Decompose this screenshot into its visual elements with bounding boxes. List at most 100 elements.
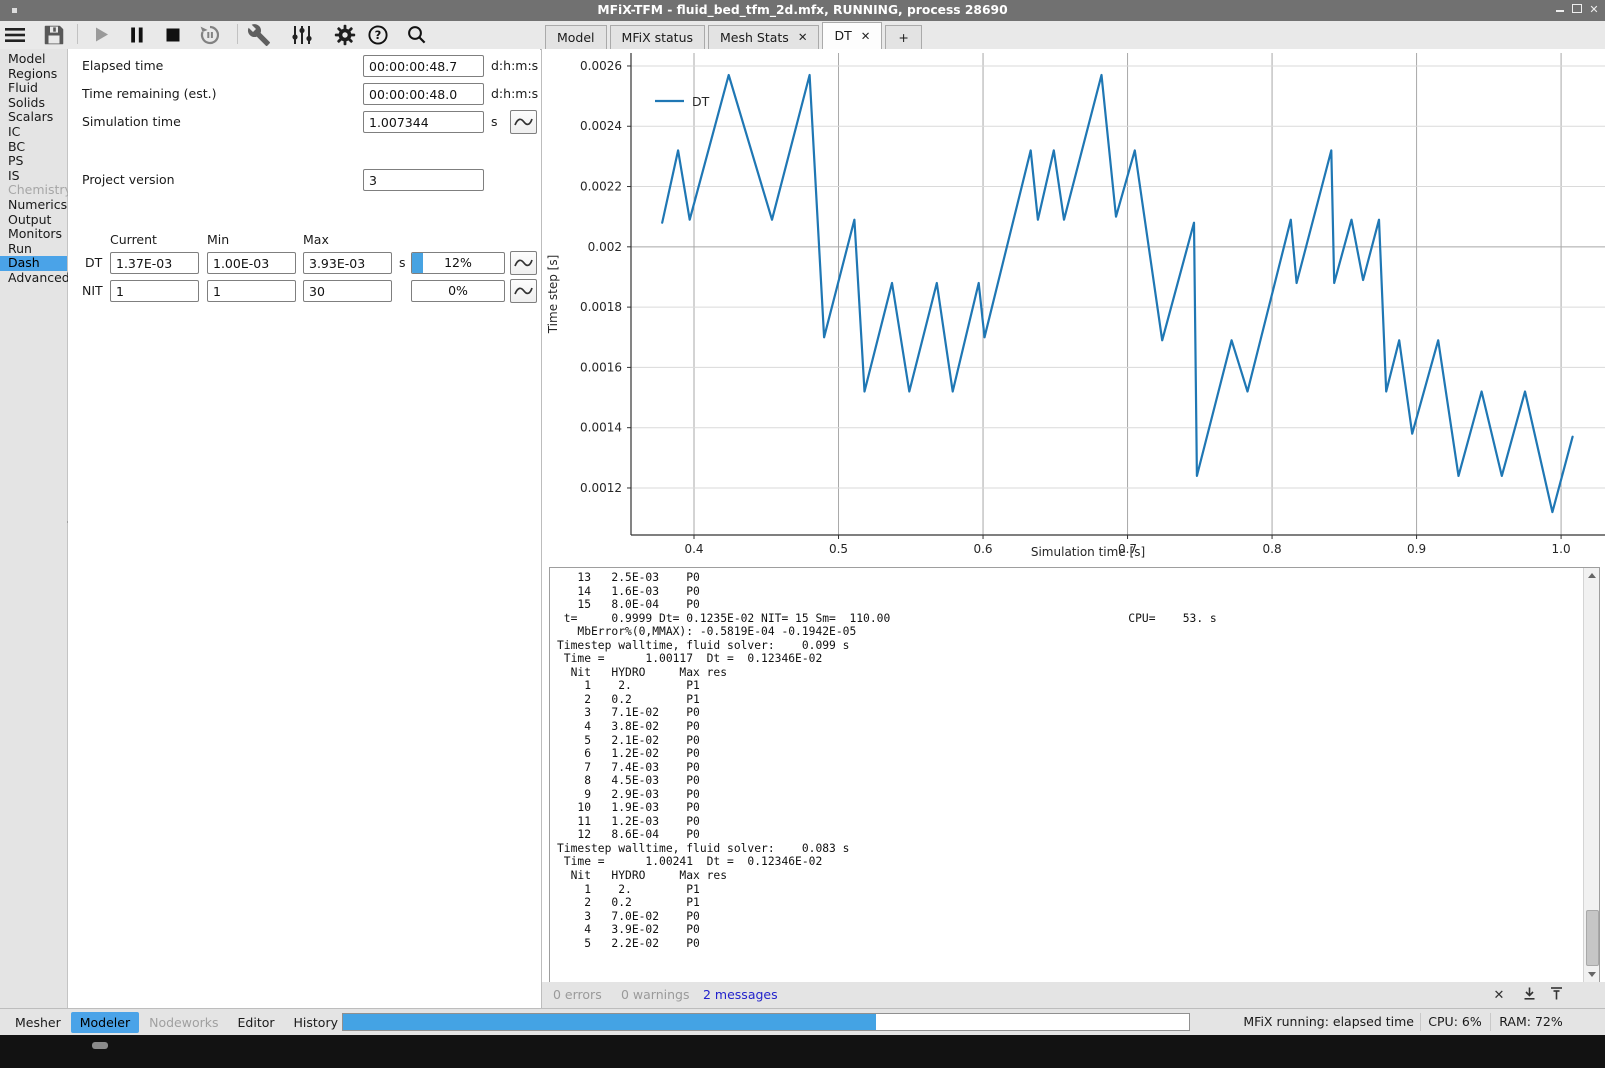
sidebar-item-scalars[interactable]: Scalars — [0, 110, 67, 125]
scroll-down-icon[interactable] — [1584, 967, 1599, 982]
module-tab-history[interactable]: History — [285, 1012, 347, 1033]
close-button[interactable]: ✕ — [1586, 0, 1602, 21]
nit-current-field[interactable] — [110, 280, 199, 302]
toolbar-separator — [77, 24, 78, 44]
project-version-field[interactable] — [363, 169, 484, 191]
taskbar-strip — [0, 1035, 1605, 1068]
time-remaining-field[interactable] — [363, 83, 484, 105]
settings-wrench-button[interactable] — [246, 22, 272, 47]
sidebar-item-regions[interactable]: Regions — [0, 67, 67, 82]
svg-text:DT: DT — [692, 94, 710, 109]
navigation-sidebar: ModelRegionsFluidSolidsScalarsICBCPSISCh… — [0, 49, 68, 1008]
sidebar-item-dash[interactable]: Dash — [0, 256, 67, 271]
reset-icon — [198, 23, 222, 47]
sidebar-item-run[interactable]: Run — [0, 242, 67, 257]
tab-dt[interactable]: DT ✕ — [822, 22, 882, 49]
save-log-button[interactable] — [1520, 986, 1538, 1004]
wrench-icon — [247, 23, 271, 47]
sidebar-item-solids[interactable]: Solids — [0, 96, 67, 111]
search-icon — [405, 23, 429, 47]
sidebar-item-is[interactable]: IS — [0, 169, 67, 184]
svg-text:Simulation time [s]: Simulation time [s] — [1031, 545, 1145, 559]
menu-button[interactable] — [2, 22, 28, 47]
elapsed-time-field[interactable] — [363, 55, 484, 77]
module-tab-modeler[interactable]: Modeler — [71, 1012, 139, 1033]
module-tab-nodeworks: Nodeworks — [140, 1012, 227, 1033]
sidebar-item-chemistry: Chemistry — [0, 183, 67, 198]
simulation-time-unit: s — [491, 111, 498, 133]
time-remaining-label: Time remaining (est.) — [82, 83, 217, 105]
nit-min-field[interactable] — [207, 280, 296, 302]
tab-close-icon[interactable]: ✕ — [861, 23, 871, 49]
svg-text:0.0018: 0.0018 — [580, 300, 622, 314]
sidebar-item-monitors[interactable]: Monitors — [0, 227, 67, 242]
cpu-usage: CPU: 6% — [1426, 1009, 1484, 1035]
sidebar-item-output[interactable]: Output — [0, 213, 67, 228]
time-remaining-unit: d:h:m:s — [491, 83, 538, 105]
dt-plot-button[interactable] — [510, 251, 537, 275]
mfix-window: MFiX-TFM - fluid_bed_tfm_2d.mfx, RUNNING… — [0, 0, 1605, 1068]
dt-progress-label: 12% — [412, 253, 504, 273]
dt-max-field[interactable] — [303, 252, 392, 274]
messages-count[interactable]: 2 messages — [703, 982, 778, 1008]
pause-button[interactable] — [124, 22, 150, 47]
simtime-plot-button[interactable] — [510, 110, 537, 134]
stop-button[interactable] — [160, 22, 186, 47]
module-tab-mesher[interactable]: Mesher — [6, 1012, 70, 1033]
tab-mesh-stats[interactable]: Mesh Stats✕ — [708, 25, 819, 49]
svg-text:0.6: 0.6 — [973, 542, 992, 556]
scroll-up-icon[interactable] — [1584, 568, 1599, 583]
sidebar-item-bc[interactable]: BC — [0, 140, 67, 155]
sidebar-item-fluid[interactable]: Fluid — [0, 81, 67, 96]
search-button[interactable] — [404, 22, 430, 47]
sidebar-item-ps[interactable]: PS — [0, 154, 67, 169]
tab-mfix-status[interactable]: MFiX status — [610, 25, 705, 49]
status-separator — [1490, 1013, 1491, 1031]
svg-text:0.0026: 0.0026 — [580, 59, 622, 73]
running-status-text: MFiX running: elapsed time 0:00:48 — [1196, 1009, 1414, 1035]
run-button[interactable] — [88, 22, 114, 47]
scrollbar-thumb[interactable] — [1586, 910, 1599, 966]
minimize-button[interactable] — [1552, 0, 1568, 21]
sidebar-item-model[interactable]: Model — [0, 52, 67, 67]
nit-plot-button[interactable] — [510, 279, 537, 303]
menu-icon — [3, 23, 27, 47]
reset-button[interactable] — [197, 22, 223, 47]
solver-console: 13 2.5E-03 P0 14 1.6E-03 P0 15 8.0E-04 P… — [549, 567, 1600, 983]
tab-label: + — [898, 26, 908, 49]
console-scrollbar[interactable] — [1583, 568, 1599, 982]
title-bar: MFiX-TFM - fluid_bed_tfm_2d.mfx, RUNNING… — [0, 0, 1605, 21]
dashboard-form-panel: Elapsed time d:h:m:s Time remaining (est… — [68, 49, 540, 1008]
tab-close-icon[interactable]: ✕ — [798, 26, 808, 49]
module-tab-editor[interactable]: Editor — [229, 1012, 284, 1033]
plot-tab-bar: ModelMFiX statusMesh Stats✕ DT ✕ + — [545, 22, 925, 49]
status-separator — [1420, 1013, 1421, 1031]
simulation-time-field[interactable] — [363, 111, 484, 133]
pause-icon — [125, 23, 149, 47]
sidebar-item-numerics[interactable]: Numerics — [0, 198, 67, 213]
clear-console-button[interactable]: ✕ — [1490, 986, 1508, 1004]
settings-gear-button[interactable] — [332, 22, 358, 47]
nit-max-field[interactable] — [303, 280, 392, 302]
stop-icon — [161, 23, 185, 47]
svg-text:0.0012: 0.0012 — [580, 481, 622, 495]
dt-current-field[interactable] — [110, 252, 199, 274]
tab-model[interactable]: Model — [545, 25, 607, 49]
sparkline-icon — [512, 112, 535, 132]
scroll-to-top-button[interactable] — [1547, 986, 1565, 1004]
parameters-button[interactable] — [289, 22, 315, 47]
new-tab-button[interactable]: + — [885, 25, 921, 49]
maximize-button[interactable] — [1569, 0, 1585, 21]
tab-label: DT — [834, 23, 851, 49]
elapsed-time-unit: d:h:m:s — [491, 55, 538, 77]
save-button[interactable] — [41, 22, 67, 47]
dt-row-label: DT — [85, 252, 102, 274]
taskbar-pill — [92, 1042, 108, 1049]
help-icon: ? — [366, 23, 390, 47]
help-button[interactable]: ? — [365, 22, 391, 47]
sidebar-item-advanced[interactable]: Advanced — [0, 271, 67, 286]
sidebar-item-ic[interactable]: IC — [0, 125, 67, 140]
dt-min-field[interactable] — [207, 252, 296, 274]
svg-text:0.002: 0.002 — [588, 240, 622, 254]
errors-count: 0 errors — [553, 982, 602, 1008]
